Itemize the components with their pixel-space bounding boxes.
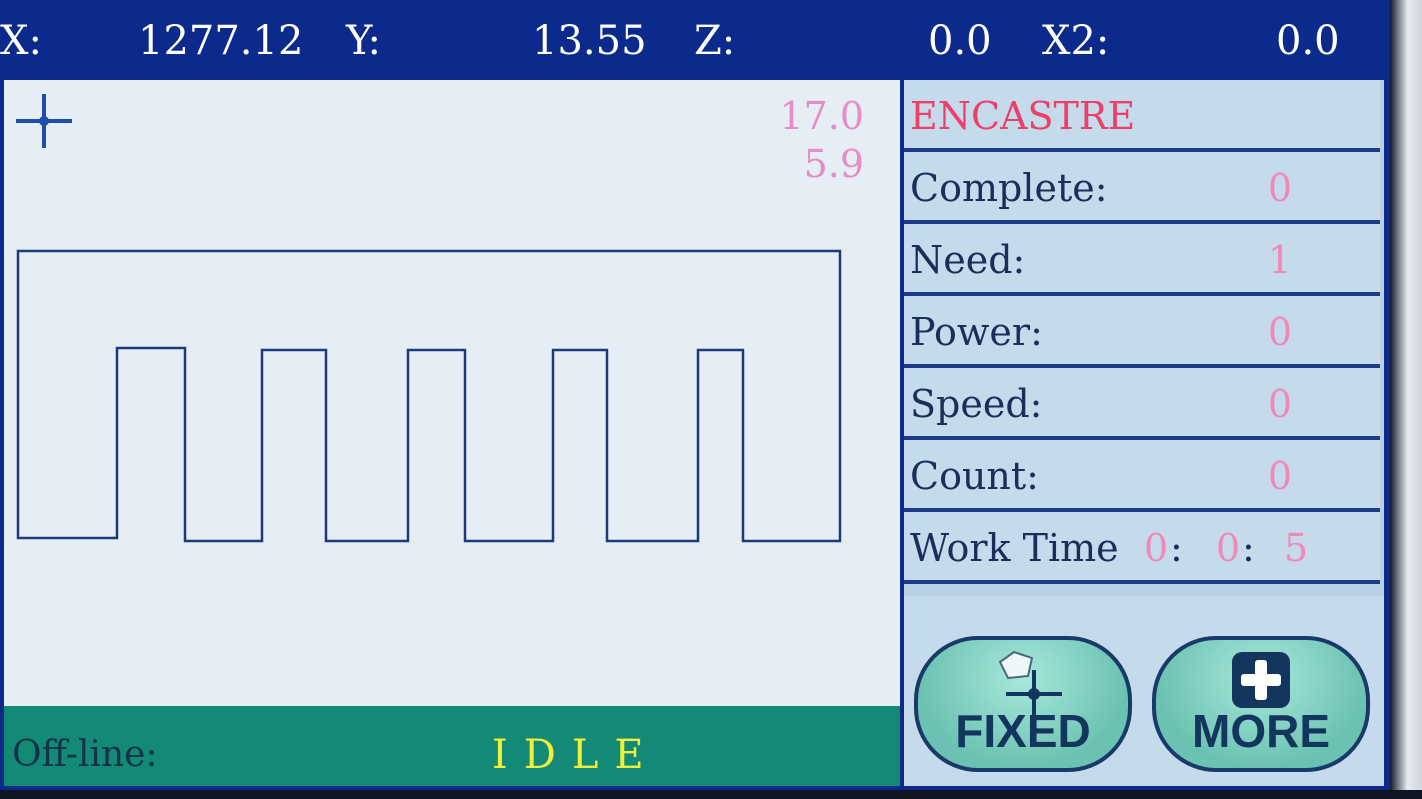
x2-label: X2: [1042, 18, 1110, 64]
power-row[interactable]: Power: 0 [904, 296, 1380, 368]
need-row[interactable]: Need: 1 [904, 224, 1380, 296]
mode-label: Off-line: [12, 734, 158, 775]
y-value: 13.55 [532, 18, 647, 64]
complete-value: 0 [1267, 166, 1292, 210]
speed-row[interactable]: Speed: 0 [904, 368, 1380, 440]
plus-icon [1232, 652, 1290, 708]
crosshair-icon [16, 94, 72, 148]
worktime-minutes: 0 [1216, 526, 1241, 570]
worktime-separator: : [1170, 526, 1183, 570]
complete-label: Complete: [910, 166, 1108, 210]
y-label: Y: [346, 18, 381, 64]
worktime-row: Work Time 0 : 0 : 5 [904, 512, 1380, 584]
z-label: Z: [694, 18, 736, 64]
toolpath-preview [16, 94, 842, 543]
button-area: FIXED MORE [904, 596, 1384, 786]
complete-row: Complete: 0 [904, 152, 1380, 224]
count-row: Count: 0 [904, 440, 1380, 512]
info-panel: ENCASTRE Complete: 0 Need: 1 Power: 0 Sp… [904, 80, 1384, 786]
worktime-hours: 0 [1144, 526, 1169, 570]
device-bezel [1390, 0, 1422, 799]
preview-canvas[interactable]: 17.0 5.9 [4, 80, 900, 706]
file-name: ENCASTRE [910, 94, 1136, 138]
power-label: Power: [910, 310, 1043, 354]
fixed-button[interactable]: FIXED [914, 636, 1132, 772]
worktime-seconds: 5 [1284, 526, 1309, 570]
readout-top: 17.0 [779, 94, 864, 138]
machine-state: IDLE [492, 732, 660, 778]
speed-label: Speed: [910, 382, 1043, 426]
coordinate-bar: X: 1277.12 Y: 13.55 Z: 0.0 X2: 0.0 [0, 0, 1390, 80]
more-label: MORE [1192, 705, 1330, 757]
toolpath-outline [16, 249, 842, 543]
status-bar: Off-line: IDLE [4, 706, 900, 786]
need-label: Need: [910, 238, 1026, 282]
file-name-row[interactable]: ENCASTRE [904, 80, 1380, 152]
count-label: Count: [910, 454, 1039, 498]
worktime-separator: : [1242, 526, 1255, 570]
device-bezel-bottom [0, 790, 1422, 799]
x-label: X: [0, 18, 42, 64]
readout-bottom: 5.9 [803, 142, 864, 186]
speed-value: 0 [1267, 382, 1292, 426]
need-value: 1 [1267, 238, 1292, 282]
more-button[interactable]: MORE [1152, 636, 1370, 772]
x-value: 1277.12 [138, 18, 304, 64]
worktime-label: Work Time [910, 526, 1119, 570]
fixed-label: FIXED [955, 705, 1091, 757]
x2-value: 0.0 [1276, 18, 1340, 64]
count-value: 0 [1267, 454, 1292, 498]
z-value: 0.0 [928, 18, 992, 64]
power-value: 0 [1267, 310, 1292, 354]
